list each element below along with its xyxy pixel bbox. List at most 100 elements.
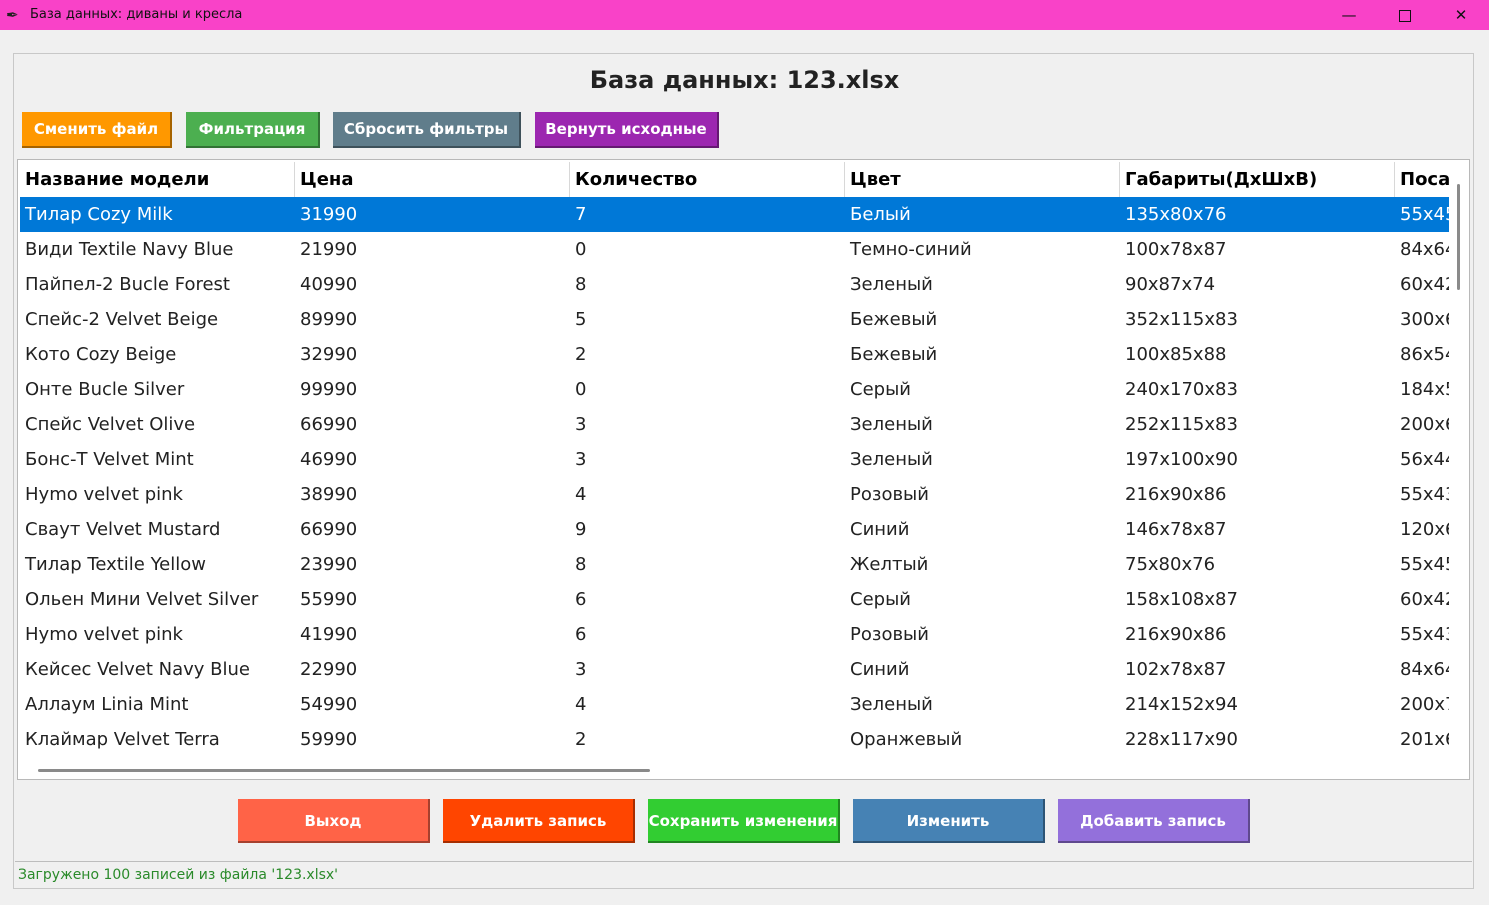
cell-seat: 55x45 bbox=[1400, 554, 1449, 575]
save-changes-button[interactable]: Сохранить изменения bbox=[648, 799, 840, 843]
horizontal-scrollbar[interactable] bbox=[36, 765, 656, 775]
table-row[interactable]: Тилар Cozy Milk 31990 7 Белый 135x80x76 55x45 bbox=[20, 197, 1449, 232]
cell-price: 99990 bbox=[300, 379, 358, 400]
cell-model: Бонс-Т Velvet Mint bbox=[25, 449, 194, 470]
table-row[interactable]: Аллаум Linia Mint 54990 4 Зеленый 214x152x94… bbox=[20, 687, 1449, 722]
feather-icon: ✒ bbox=[6, 6, 19, 24]
close-window-button[interactable]: ✕ bbox=[1438, 0, 1484, 30]
close-icon: ✕ bbox=[1454, 6, 1468, 24]
cell-seat: 86x54 bbox=[1400, 344, 1449, 365]
cell-quantity: 0 bbox=[575, 239, 587, 260]
horizontal-scroll-thumb[interactable] bbox=[38, 769, 650, 772]
cell-model: Ольен Мини Velvet Silver bbox=[25, 589, 259, 610]
cell-seat: 300x6 bbox=[1400, 309, 1449, 330]
table-row[interactable]: Спейс-2 Velvet Beige 89990 5 Бежевый 352x115… bbox=[20, 302, 1449, 337]
table-row[interactable]: Спейс Velvet Olive 66990 3 Зеленый 252x115x8… bbox=[20, 407, 1449, 442]
minimize-button[interactable]: — bbox=[1326, 0, 1372, 30]
cell-color: Белый bbox=[850, 204, 911, 225]
cell-seat: 60x42 bbox=[1400, 274, 1449, 295]
cell-price: 46990 bbox=[300, 449, 358, 470]
cell-dimensions: 75x80x76 bbox=[1125, 554, 1216, 575]
cell-seat: 60x42 bbox=[1400, 589, 1449, 610]
cell-seat: 55x43 bbox=[1400, 624, 1449, 645]
cell-quantity: 3 bbox=[575, 414, 587, 435]
cell-quantity: 2 bbox=[575, 344, 587, 365]
cell-price: 21990 bbox=[300, 239, 358, 260]
column-header-model[interactable]: Название модели bbox=[20, 162, 295, 197]
table-row[interactable]: Тилар Textile Yellow 23990 8 Желтый 75x80x76… bbox=[20, 547, 1449, 582]
cell-price: 22990 bbox=[300, 659, 358, 680]
maximize-icon bbox=[1399, 9, 1411, 22]
cell-quantity: 0 bbox=[575, 379, 587, 400]
cell-dimensions: 240x170x83 bbox=[1125, 379, 1238, 400]
cell-quantity: 6 bbox=[575, 589, 587, 610]
cell-color: Розовый bbox=[850, 484, 929, 505]
cell-model: Тилар Textile Yellow bbox=[25, 554, 206, 575]
table-row[interactable]: Види Textile Navy Blue 21990 0 Темно-синий 1… bbox=[20, 232, 1449, 267]
cell-dimensions: 352x115x83 bbox=[1125, 309, 1238, 330]
cell-quantity: 5 bbox=[575, 309, 587, 330]
table-row[interactable]: Онте Bucle Silver 99990 0 Серый 240x170x83 18… bbox=[20, 372, 1449, 407]
cell-seat: 184x5 bbox=[1400, 379, 1449, 400]
cell-quantity: 8 bbox=[575, 274, 587, 295]
cell-quantity: 3 bbox=[575, 449, 587, 470]
edit-button[interactable]: Изменить bbox=[853, 799, 1045, 843]
restore-original-button[interactable]: Вернуть исходные bbox=[535, 112, 719, 148]
cell-dimensions: 146x78x87 bbox=[1125, 519, 1227, 540]
cell-quantity: 6 bbox=[575, 624, 587, 645]
add-record-button[interactable]: Добавить запись bbox=[1058, 799, 1250, 843]
cell-color: Бежевый bbox=[850, 344, 938, 365]
table-row[interactable]: Кейсес Velvet Navy Blue 22990 3 Синий 102x78… bbox=[20, 652, 1449, 687]
table-row[interactable]: Ольен Мини Velvet Silver 55990 6 Серый 158x1… bbox=[20, 582, 1449, 617]
cell-model: Пайпел-2 Bucle Forest bbox=[25, 274, 230, 295]
cell-quantity: 4 bbox=[575, 484, 587, 505]
status-bar: Загружено 100 записей из файла '123.xlsx… bbox=[15, 861, 1472, 886]
cell-seat: 200x7 bbox=[1400, 694, 1449, 715]
table-row[interactable]: Hymo velvet pink 38990 4 Розовый 216x90x86 55… bbox=[20, 477, 1449, 512]
cell-color: Зеленый bbox=[850, 694, 933, 715]
cell-quantity: 4 bbox=[575, 694, 587, 715]
vertical-scroll-thumb[interactable] bbox=[1457, 184, 1460, 290]
cell-color: Серый bbox=[850, 379, 911, 400]
column-header-color[interactable]: Цвет bbox=[845, 162, 1120, 197]
table-row[interactable]: Пайпел-2 Bucle Forest 40990 8 Зеленый 90x87x… bbox=[20, 267, 1449, 302]
cell-model: Клаймар Velvet Terra bbox=[25, 729, 220, 750]
table-row[interactable]: Hymo velvet pink 41990 6 Розовый 216x90x86 55… bbox=[20, 617, 1449, 652]
column-header-seat[interactable]: Поса bbox=[1395, 162, 1449, 197]
cell-dimensions: 216x90x86 bbox=[1125, 484, 1227, 505]
filter-button[interactable]: Фильтрация bbox=[186, 112, 320, 148]
cell-model: Сваут Velvet Mustard bbox=[25, 519, 221, 540]
cell-seat: 55x43 bbox=[1400, 484, 1449, 505]
cell-color: Бежевый bbox=[850, 309, 938, 330]
title-bar[interactable]: ✒ База данных: диваны и кресла — ✕ bbox=[0, 0, 1489, 30]
table-row[interactable]: Сваут Velvet Mustard 66990 9 Синий 146x78x87… bbox=[20, 512, 1449, 547]
cell-price: 59990 bbox=[300, 729, 358, 750]
exit-button[interactable]: Выход bbox=[238, 799, 430, 843]
reset-filters-button[interactable]: Сбросить фильтры bbox=[333, 112, 521, 148]
cell-color: Зеленый bbox=[850, 274, 933, 295]
table-row[interactable]: Кото Cozy Beige 32990 2 Бежевый 100x85x88 86x… bbox=[20, 337, 1449, 372]
table-row[interactable]: Клаймар Velvet Terra 59990 2 Оранжевый 228x1… bbox=[20, 722, 1449, 757]
cell-price: 32990 bbox=[300, 344, 358, 365]
cell-color: Оранжевый bbox=[850, 729, 963, 750]
cell-price: 66990 bbox=[300, 519, 358, 540]
cell-color: Зеленый bbox=[850, 414, 933, 435]
maximize-button[interactable] bbox=[1382, 0, 1428, 30]
cell-model: Тилар Cozy Milk bbox=[25, 204, 173, 225]
data-table[interactable]: Название модели Цена Количество Цвет Габ… bbox=[17, 159, 1470, 780]
vertical-scrollbar[interactable] bbox=[1455, 178, 1463, 758]
column-header-quantity[interactable]: Количество bbox=[570, 162, 845, 197]
cell-price: 23990 bbox=[300, 554, 358, 575]
cell-quantity: 2 bbox=[575, 729, 587, 750]
cell-price: 38990 bbox=[300, 484, 358, 505]
cell-color: Синий bbox=[850, 659, 910, 680]
cell-quantity: 8 bbox=[575, 554, 587, 575]
cell-price: 54990 bbox=[300, 694, 358, 715]
cell-color: Розовый bbox=[850, 624, 929, 645]
table-row[interactable]: Бонс-Т Velvet Mint 46990 3 Зеленый 197x100x9… bbox=[20, 442, 1449, 477]
change-file-button[interactable]: Сменить файл bbox=[22, 112, 172, 148]
column-header-price[interactable]: Цена bbox=[295, 162, 570, 197]
column-header-dimensions[interactable]: Габариты(ДхШхВ) bbox=[1120, 162, 1395, 197]
delete-record-button[interactable]: Удалить запись bbox=[443, 799, 635, 843]
cell-model: Кейсес Velvet Navy Blue bbox=[25, 659, 250, 680]
